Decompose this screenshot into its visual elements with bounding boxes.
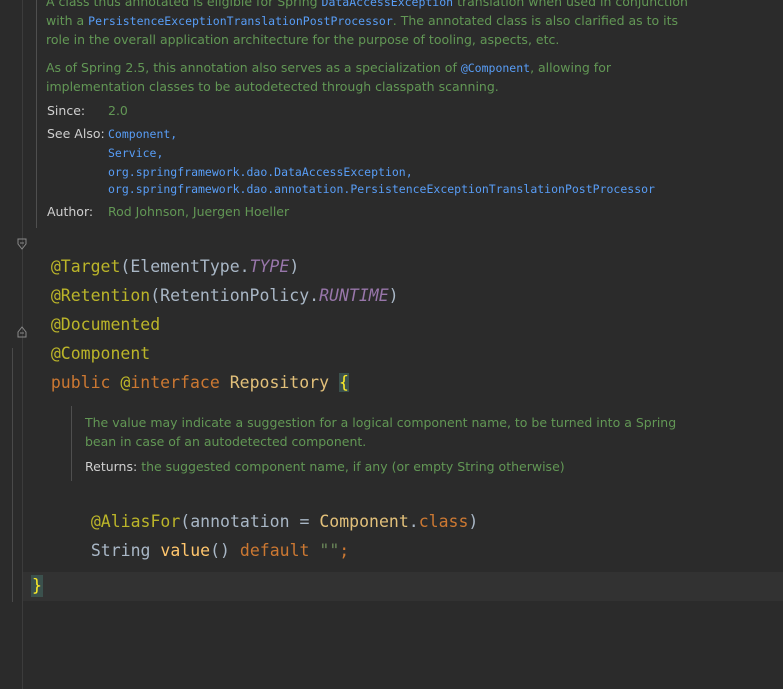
see-also-link-service[interactable]: Service, <box>108 146 163 160</box>
doc-line-3: role in the overall application architec… <box>46 32 560 47</box>
doc-line-2: with a PersistenceExceptionTranslationPo… <box>46 13 679 28</box>
rendered-javadoc-method: The value may indicate a suggestion for … <box>71 406 783 481</box>
see-also-link-component[interactable]: Component, <box>108 127 177 141</box>
author-label: Author: <box>47 204 94 219</box>
code-line-declaration[interactable]: public @interface Repository { <box>31 350 349 394</box>
doc-line-4: As of Spring 2.5, this annotation also s… <box>46 60 611 75</box>
returns-value: the suggested component name, if any (or… <box>137 459 565 474</box>
doc-inner-line-1: The value may indicate a suggestion for … <box>85 415 677 430</box>
see-also-label: See Also: <box>47 126 105 141</box>
code-line-value[interactable]: String value() default ""; <box>71 518 349 562</box>
since-value: 2.0 <box>108 103 128 118</box>
see-also-link-persistence-translation[interactable]: org.springframework.dao.annotation.Persi… <box>108 182 655 196</box>
see-also-link-data-access-exception[interactable]: org.springframework.dao.DataAccessExcept… <box>108 165 413 179</box>
matched-brace-close[interactable]: } <box>31 575 43 597</box>
link-data-access-exception[interactable]: DataAccessException <box>322 0 454 9</box>
matched-brace-open: { <box>338 373 349 392</box>
since-label: Since: <box>47 103 86 118</box>
fold-expand-icon[interactable] <box>17 326 27 338</box>
link-persistence-exception-translation[interactable]: PersistenceExceptionTranslationPostProce… <box>88 14 393 28</box>
link-component[interactable]: @Component <box>461 61 530 75</box>
rendered-javadoc-class: A class thus annotated is eligible for S… <box>36 0 783 228</box>
current-line-highlight <box>23 572 783 601</box>
author-value: Rod Johnson, Juergen Hoeller <box>108 204 290 219</box>
doc-line-5: implementation classes to be autodetecte… <box>46 79 499 94</box>
returns-line: Returns: the suggested component name, i… <box>85 457 565 476</box>
returns-label: Returns: <box>85 459 138 474</box>
doc-inner-line-2: bean in case of an autodetected componen… <box>85 434 367 449</box>
fold-guide-line <box>12 348 13 602</box>
fold-collapse-icon[interactable] <box>17 238 27 250</box>
